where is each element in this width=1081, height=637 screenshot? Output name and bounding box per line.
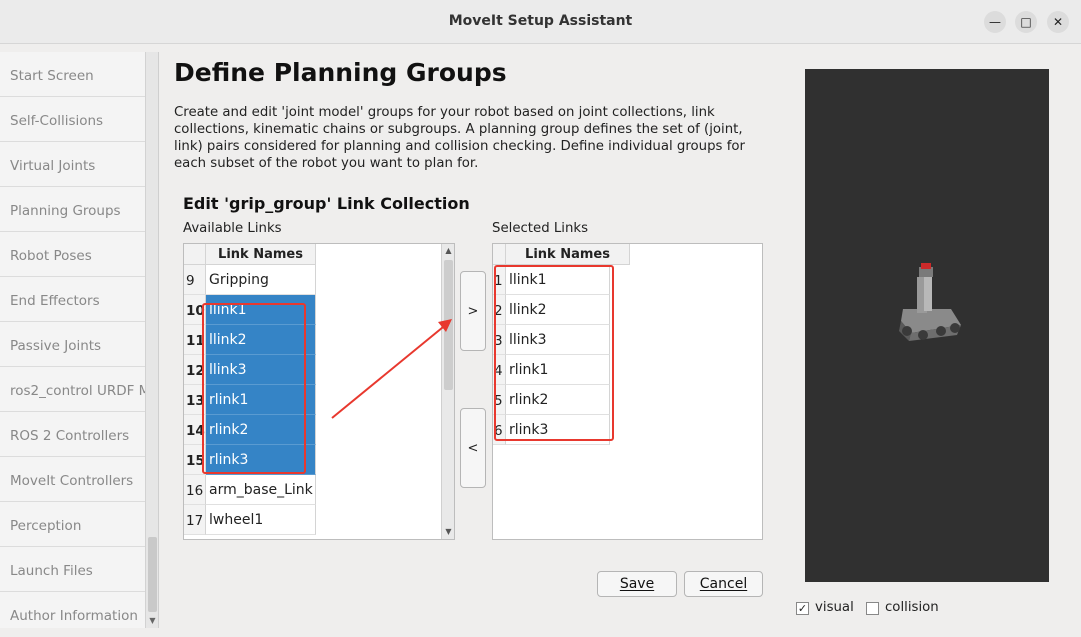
annotation-arrow-icon [331,319,452,419]
